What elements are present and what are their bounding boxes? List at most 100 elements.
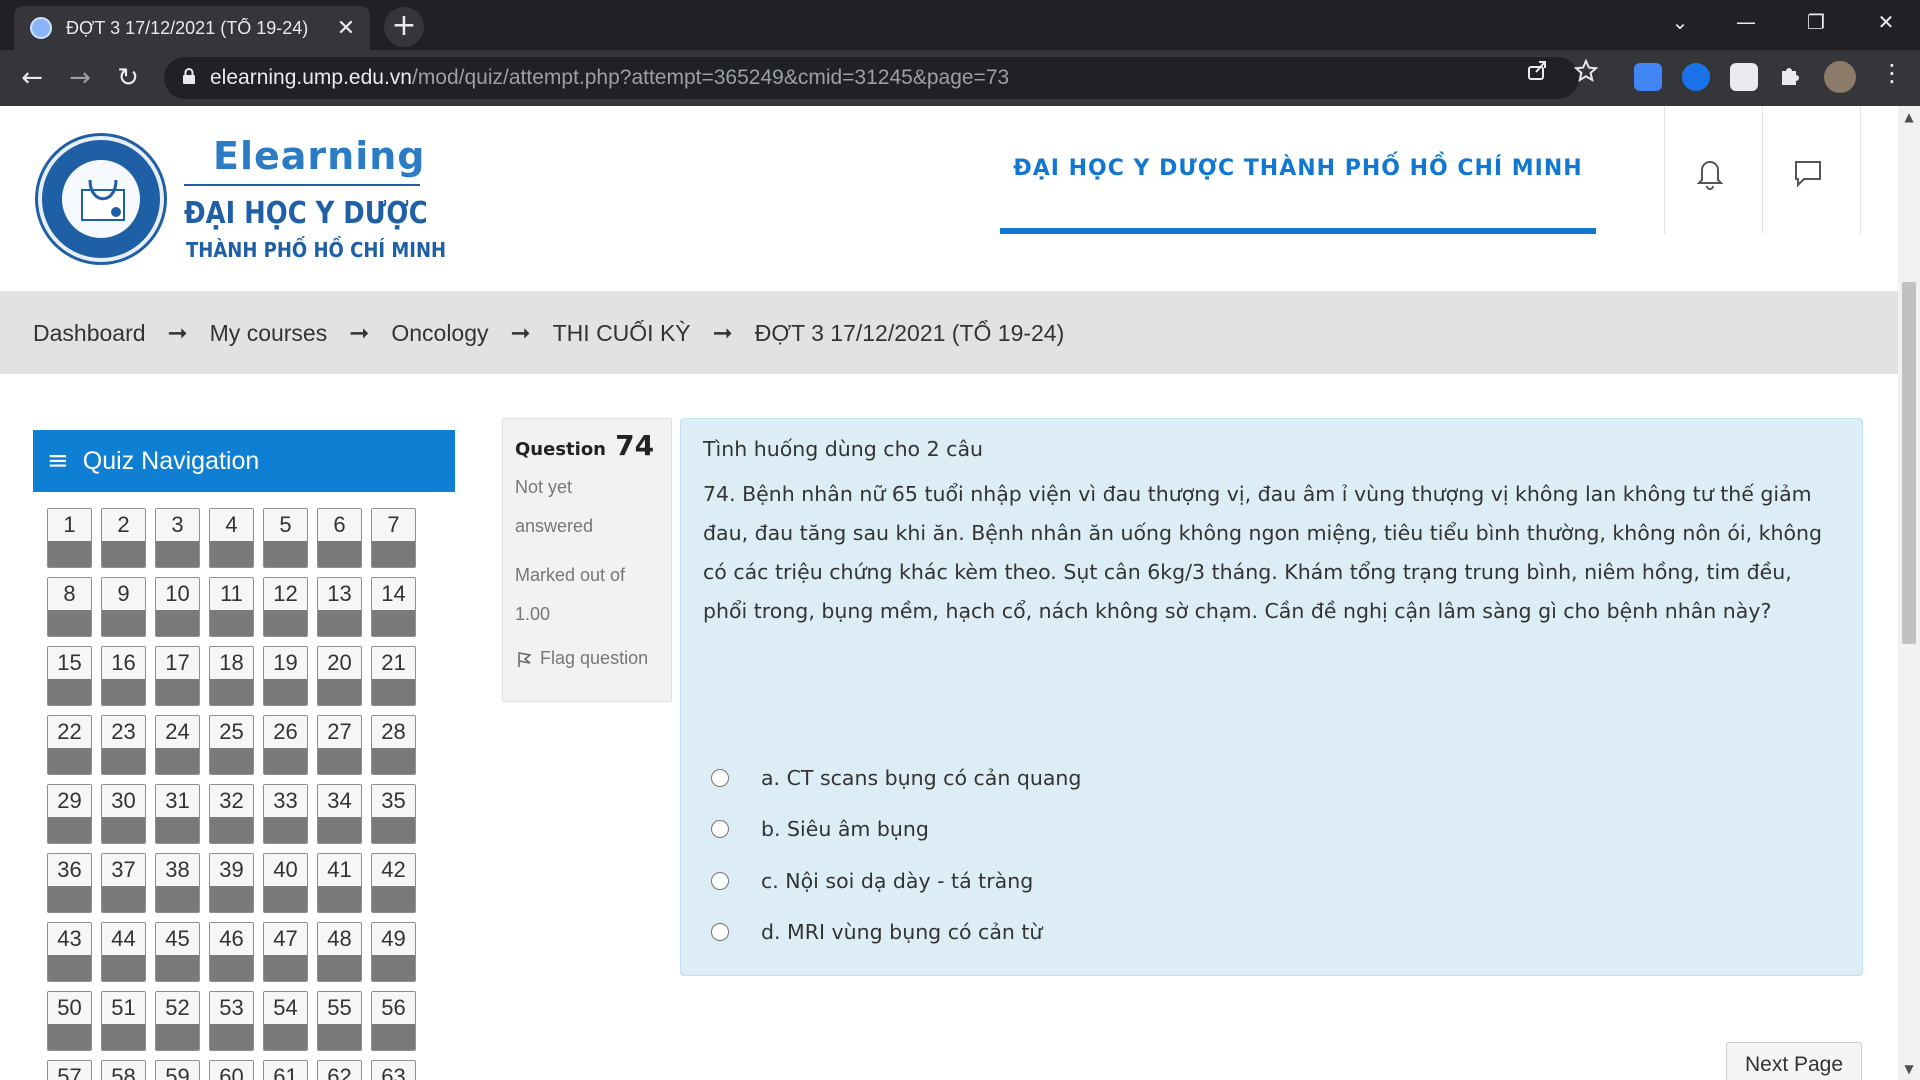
quiz-nav-question-button[interactable]: 41 bbox=[317, 853, 362, 913]
quiz-nav-question-button[interactable]: 7 bbox=[371, 508, 416, 568]
quiz-nav-question-button[interactable]: 39 bbox=[209, 853, 254, 913]
browser-tab[interactable]: ĐỢT 3 17/12/2021 (TỔ 19-24) ✕ bbox=[14, 6, 370, 50]
next-page-button[interactable]: Next Page bbox=[1726, 1042, 1862, 1080]
quiz-nav-question-button[interactable]: 54 bbox=[263, 991, 308, 1051]
answer-radio[interactable] bbox=[711, 820, 729, 839]
quiz-nav-question-button[interactable]: 23 bbox=[101, 715, 146, 775]
quiz-nav-question-button[interactable]: 57 bbox=[47, 1060, 92, 1080]
quiz-nav-question-button[interactable]: 34 bbox=[317, 784, 362, 844]
extensions-puzzle-icon[interactable] bbox=[1778, 63, 1802, 93]
quiz-nav-question-button[interactable]: 60 bbox=[209, 1060, 254, 1080]
breadcrumb-section[interactable]: THI CUỐI KỲ bbox=[553, 320, 691, 347]
quiz-nav-question-button[interactable]: 17 bbox=[155, 646, 200, 706]
quiz-nav-question-button[interactable]: 43 bbox=[47, 922, 92, 982]
quiz-nav-question-button[interactable]: 26 bbox=[263, 715, 308, 775]
site-title[interactable]: ĐẠI HỌC Y DƯỢC THÀNH PHỐ HỒ CHÍ MINH bbox=[1000, 156, 1596, 181]
quiz-nav-question-button[interactable]: 5 bbox=[263, 508, 308, 568]
quiz-nav-question-button[interactable]: 37 bbox=[101, 853, 146, 913]
quiz-nav-question-button[interactable]: 36 bbox=[47, 853, 92, 913]
university-seal-logo[interactable] bbox=[38, 136, 164, 262]
window-close-icon[interactable]: ✕ bbox=[1856, 0, 1916, 44]
back-icon[interactable]: ← bbox=[12, 58, 52, 98]
answer-radio[interactable] bbox=[711, 768, 729, 787]
quiz-nav-question-button[interactable]: 22 bbox=[47, 715, 92, 775]
quiz-nav-question-button[interactable]: 28 bbox=[371, 715, 416, 775]
lock-icon[interactable] bbox=[182, 67, 196, 89]
bookmark-star-icon[interactable] bbox=[1573, 58, 1599, 89]
quiz-nav-question-button[interactable]: 6 bbox=[317, 508, 362, 568]
notification-bell-icon[interactable] bbox=[1690, 152, 1730, 192]
translate-extension-icon[interactable] bbox=[1634, 63, 1662, 91]
quiz-nav-question-button[interactable]: 49 bbox=[371, 922, 416, 982]
quiz-nav-question-button[interactable]: 19 bbox=[263, 646, 308, 706]
edit-extension-icon[interactable] bbox=[1730, 63, 1758, 91]
scroll-thumb[interactable] bbox=[1902, 282, 1916, 644]
new-tab-button[interactable]: + bbox=[384, 7, 424, 47]
answer-option-d[interactable]: d. MRI vùng bụng có cản từ bbox=[711, 907, 1081, 959]
quiz-nav-question-button[interactable]: 25 bbox=[209, 715, 254, 775]
quiz-nav-question-button[interactable]: 32 bbox=[209, 784, 254, 844]
breadcrumb-course[interactable]: Oncology bbox=[391, 320, 488, 347]
quiz-nav-question-button[interactable]: 59 bbox=[155, 1060, 200, 1080]
quiz-nav-question-button[interactable]: 4 bbox=[209, 508, 254, 568]
quiz-nav-question-button[interactable]: 24 bbox=[155, 715, 200, 775]
quiz-nav-question-button[interactable]: 31 bbox=[155, 784, 200, 844]
address-bar[interactable]: elearning.ump.edu.vn /mod/quiz/attempt.p… bbox=[164, 57, 1579, 99]
quiz-nav-question-button[interactable]: 18 bbox=[209, 646, 254, 706]
quiz-nav-question-button[interactable]: 12 bbox=[263, 577, 308, 637]
quiz-nav-question-button[interactable]: 55 bbox=[317, 991, 362, 1051]
clock-extension-icon[interactable] bbox=[1682, 63, 1710, 91]
quiz-nav-question-button[interactable]: 46 bbox=[209, 922, 254, 982]
profile-avatar[interactable] bbox=[1824, 61, 1856, 93]
quiz-nav-question-button[interactable]: 52 bbox=[155, 991, 200, 1051]
quiz-nav-question-button[interactable]: 38 bbox=[155, 853, 200, 913]
forward-icon[interactable]: → bbox=[60, 58, 100, 98]
answer-radio[interactable] bbox=[711, 923, 729, 942]
breadcrumb-quiz[interactable]: ĐỢT 3 17/12/2021 (TỔ 19-24) bbox=[755, 320, 1065, 347]
breadcrumb-my-courses[interactable]: My courses bbox=[210, 320, 328, 347]
quiz-nav-question-button[interactable]: 33 bbox=[263, 784, 308, 844]
quiz-nav-question-button[interactable]: 63 bbox=[371, 1060, 416, 1080]
breadcrumb-dashboard[interactable]: Dashboard bbox=[33, 320, 146, 347]
restore-icon[interactable]: ❐ bbox=[1786, 0, 1846, 44]
browser-menu-icon[interactable]: ⋮ bbox=[1880, 59, 1904, 87]
quiz-nav-question-button[interactable]: 1 bbox=[47, 508, 92, 568]
quiz-nav-question-button[interactable]: 16 bbox=[101, 646, 146, 706]
quiz-nav-question-button[interactable]: 40 bbox=[263, 853, 308, 913]
reload-icon[interactable]: ↻ bbox=[108, 58, 148, 98]
quiz-nav-question-button[interactable]: 58 bbox=[101, 1060, 146, 1080]
quiz-nav-question-button[interactable]: 61 bbox=[263, 1060, 308, 1080]
quiz-nav-question-button[interactable]: 11 bbox=[209, 577, 254, 637]
quiz-nav-question-button[interactable]: 29 bbox=[47, 784, 92, 844]
quiz-nav-question-button[interactable]: 53 bbox=[209, 991, 254, 1051]
scroll-down-icon[interactable]: ▼ bbox=[1898, 1062, 1920, 1076]
flag-question-button[interactable]: Flag question bbox=[515, 648, 659, 669]
quiz-nav-question-button[interactable]: 30 bbox=[101, 784, 146, 844]
tab-search-icon[interactable]: ⌄ bbox=[1650, 0, 1710, 44]
page-scrollbar[interactable]: ▲ ▼ bbox=[1898, 106, 1920, 1080]
quiz-nav-question-button[interactable]: 9 bbox=[101, 577, 146, 637]
quiz-nav-question-button[interactable]: 42 bbox=[371, 853, 416, 913]
quiz-nav-question-button[interactable]: 10 bbox=[155, 577, 200, 637]
quiz-nav-question-button[interactable]: 47 bbox=[263, 922, 308, 982]
share-icon[interactable] bbox=[1526, 59, 1548, 87]
answer-option-c[interactable]: c. Nội soi dạ dày - tá tràng bbox=[711, 855, 1081, 907]
quiz-nav-question-button[interactable]: 13 bbox=[317, 577, 362, 637]
menu-icon[interactable]: ≡ bbox=[47, 446, 69, 476]
quiz-nav-question-button[interactable]: 35 bbox=[371, 784, 416, 844]
messages-icon[interactable] bbox=[1788, 152, 1828, 192]
answer-radio[interactable] bbox=[711, 871, 729, 890]
answer-option-a[interactable]: a. CT scans bụng có cản quang bbox=[711, 752, 1081, 804]
quiz-nav-question-button[interactable]: 48 bbox=[317, 922, 362, 982]
quiz-nav-question-button[interactable]: 2 bbox=[101, 508, 146, 568]
quiz-nav-question-button[interactable]: 20 bbox=[317, 646, 362, 706]
quiz-nav-question-button[interactable]: 44 bbox=[101, 922, 146, 982]
quiz-nav-question-button[interactable]: 62 bbox=[317, 1060, 362, 1080]
quiz-nav-question-button[interactable]: 50 bbox=[47, 991, 92, 1051]
quiz-nav-question-button[interactable]: 21 bbox=[371, 646, 416, 706]
quiz-nav-question-button[interactable]: 8 bbox=[47, 577, 92, 637]
quiz-nav-question-button[interactable]: 45 bbox=[155, 922, 200, 982]
quiz-nav-question-button[interactable]: 27 bbox=[317, 715, 362, 775]
answer-option-b[interactable]: b. Siêu âm bụng bbox=[711, 804, 1081, 856]
quiz-nav-question-button[interactable]: 14 bbox=[371, 577, 416, 637]
